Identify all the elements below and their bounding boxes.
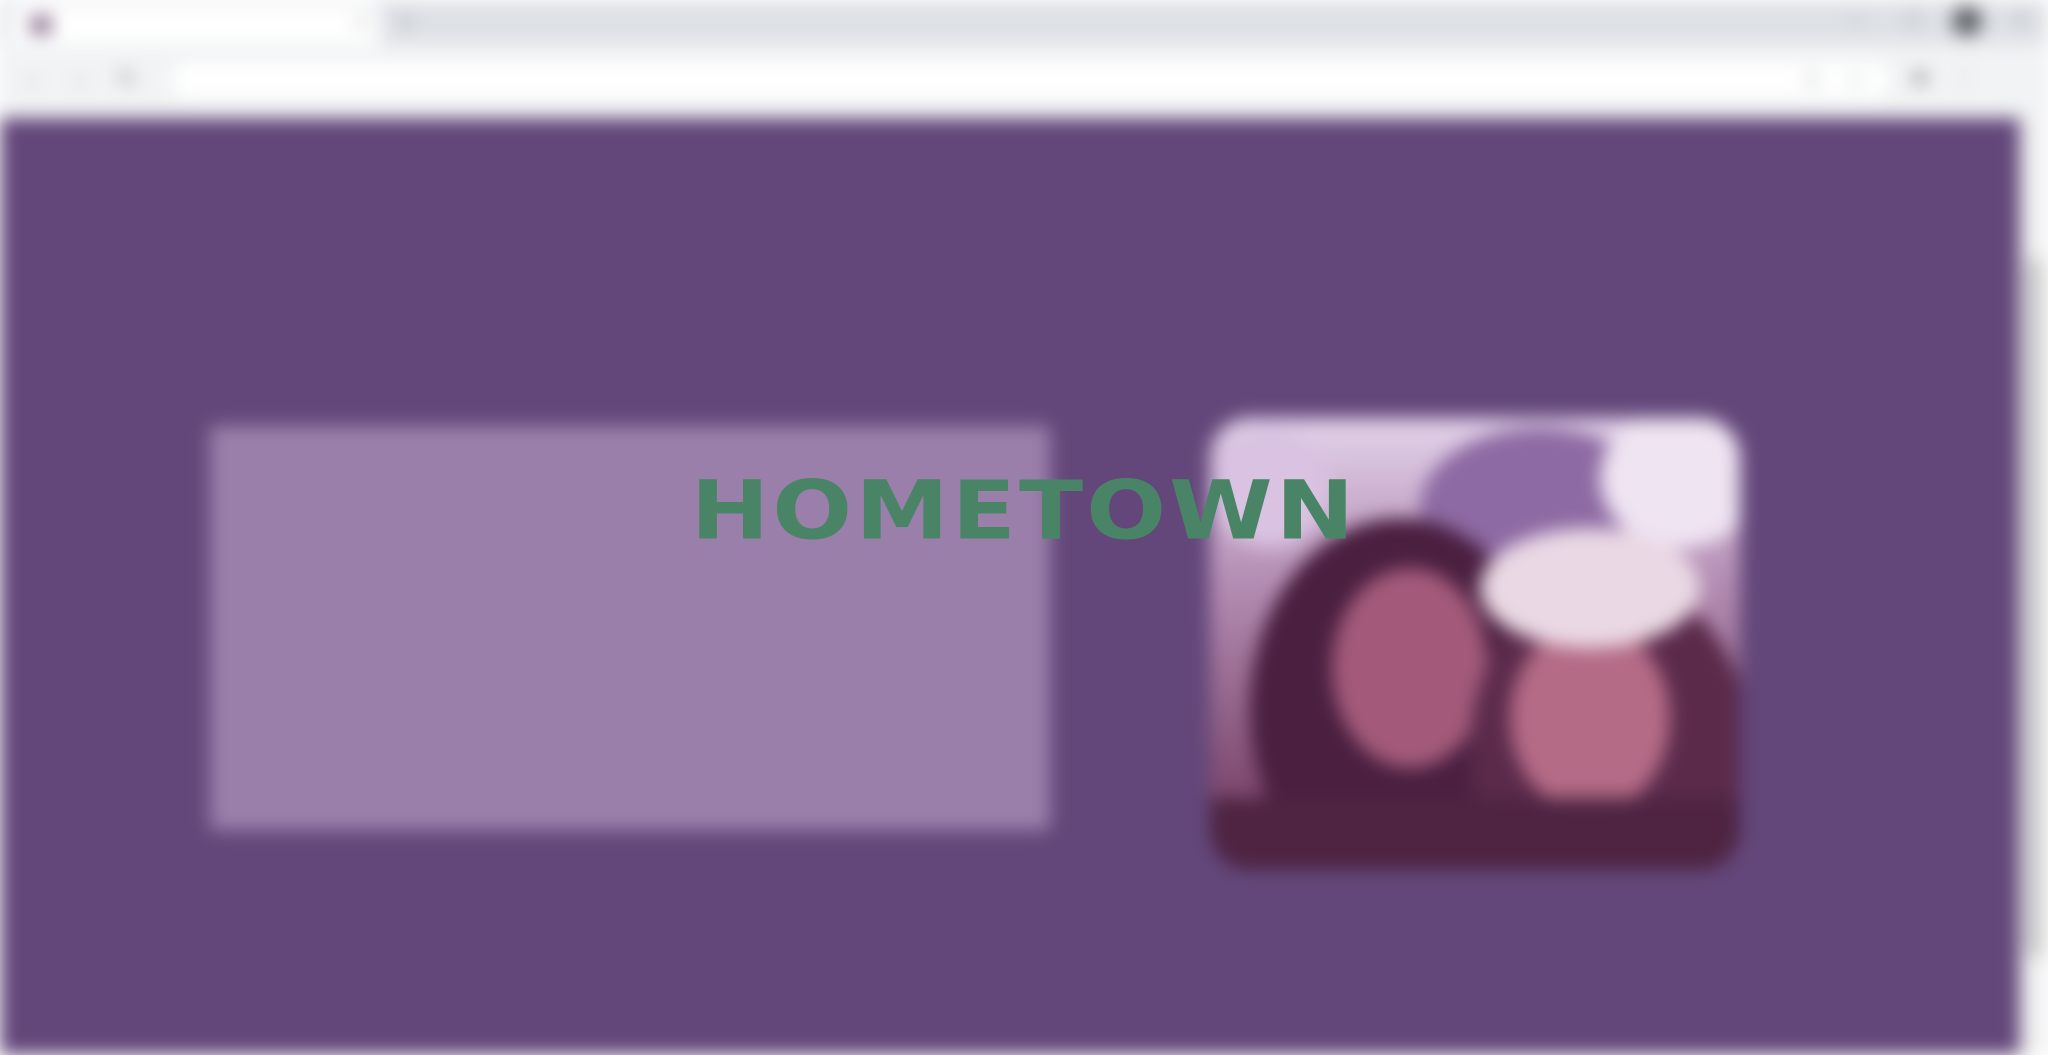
window-controls: — ☐ ✕	[1840, 6, 2038, 36]
browser-tab[interactable]: ✕	[10, 4, 380, 44]
share-icon[interactable]: ⇪	[1805, 70, 1820, 91]
browser-toolbar: ← → ↻ ⇪ ☆ ▦ ⋮	[0, 44, 2048, 118]
hometown-overlay-title: HOMETOWN	[690, 464, 1358, 559]
new-tab-icon[interactable]: +	[392, 10, 420, 34]
close-tab-icon[interactable]: ✕	[355, 13, 368, 33]
minimize-icon[interactable]: —	[1840, 6, 1874, 36]
maximize-icon[interactable]: ☐	[1896, 6, 1930, 36]
reload-icon[interactable]: ↻	[112, 64, 142, 94]
close-window-icon[interactable]: ✕	[2004, 6, 2038, 36]
browser-menu-icon[interactable]: ⋮	[1950, 64, 1978, 92]
forward-icon[interactable]: →	[64, 64, 94, 94]
page-scrollbar[interactable]	[2020, 118, 2048, 1055]
web-page	[0, 118, 2020, 1055]
favicon-icon	[30, 16, 52, 34]
address-bar[interactable]: ⇪ ☆	[170, 62, 1890, 98]
screenshot-stage: ✕ + — ☐ ✕ ← → ↻ ⇪ ☆ ▦ ⋮ HOMETOWN	[0, 0, 2048, 1055]
browser-tab-strip: ✕ + — ☐ ✕	[0, 0, 2048, 44]
scrollbar-thumb[interactable]	[2027, 258, 2041, 958]
profile-icon[interactable]	[1952, 6, 1982, 36]
bookmark-star-icon[interactable]: ☆	[1848, 70, 1864, 91]
back-icon[interactable]: ←	[18, 64, 48, 94]
extensions-icon[interactable]: ▦	[1906, 64, 1934, 92]
